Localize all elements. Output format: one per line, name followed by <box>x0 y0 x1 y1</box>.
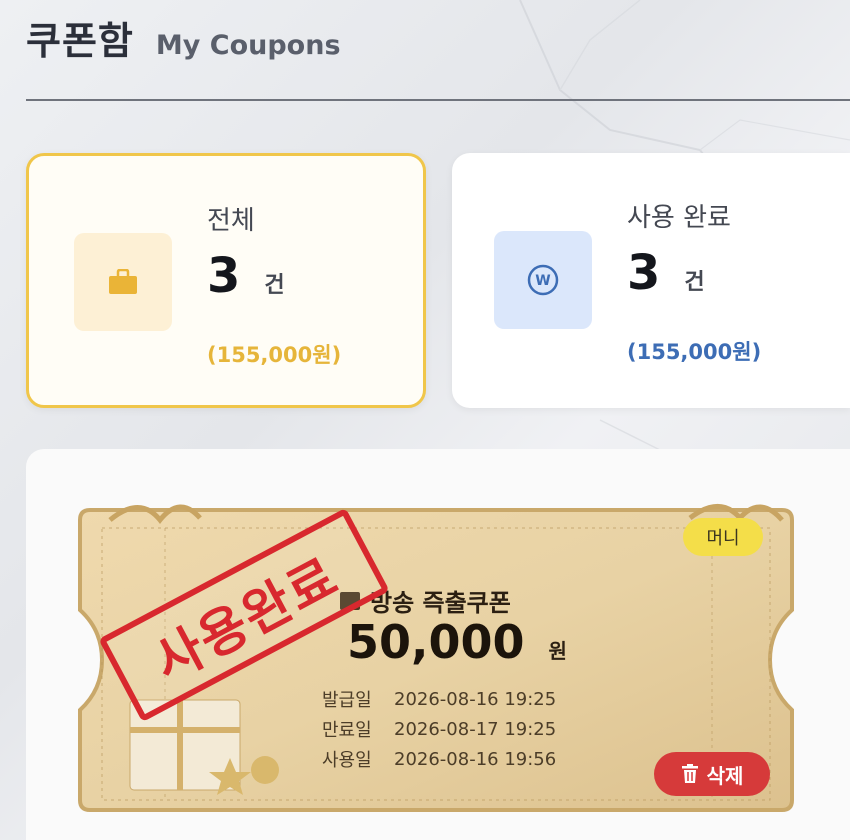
won-icon: W <box>494 231 592 329</box>
stat-card-total[interactable]: 전체 3 건 (155,000원) <box>26 153 426 408</box>
delete-button[interactable]: 삭제 <box>654 752 770 796</box>
svg-text:W: W <box>535 273 550 289</box>
date-row-expiry: 만료일 2026-08-17 19:25 <box>322 714 556 744</box>
stat-count: 3 건 <box>207 248 285 304</box>
page-header: 쿠폰함 My Coupons <box>26 10 341 70</box>
stat-count-value: 3 <box>207 248 241 304</box>
stat-count-unit: 건 <box>684 270 705 295</box>
date-value: 2026-08-17 19:25 <box>394 718 557 740</box>
header-divider <box>26 99 850 101</box>
coupon-amount: 50,000 원 <box>347 615 567 669</box>
bag-icon <box>74 233 172 331</box>
coupon-name-text: 방송 즉출쿠폰 <box>370 589 511 617</box>
date-row-issued: 발급일 2026-08-16 19:25 <box>322 684 556 714</box>
date-value: 2026-08-16 19:25 <box>394 688 557 710</box>
stat-amount: (155,000원) <box>627 340 762 364</box>
stat-label: 사용 완료 <box>627 203 731 233</box>
coupon-dates: 발급일 2026-08-16 19:25 만료일 2026-08-17 19:2… <box>322 684 556 774</box>
page-subtitle: My Coupons <box>155 30 341 61</box>
trash-icon <box>681 764 698 783</box>
page-title: 쿠폰함 <box>26 19 134 63</box>
date-row-used: 사용일 2026-08-16 19:56 <box>322 744 556 774</box>
date-label: 사용일 <box>322 750 372 771</box>
coupon-type-badge: 머니 <box>683 518 763 556</box>
coupon-amount-value: 50,000 <box>347 615 525 669</box>
coupon-amount-unit: 원 <box>548 639 567 663</box>
stat-label: 전체 <box>207 206 255 236</box>
delete-button-label: 삭제 <box>706 763 744 788</box>
stat-amount: (155,000원) <box>207 343 342 367</box>
stat-count-value: 3 <box>627 245 661 301</box>
date-label: 만료일 <box>322 720 372 741</box>
stat-card-used[interactable]: W 사용 완료 3 건 (155,000원) <box>452 153 850 408</box>
stat-count-unit: 건 <box>264 273 285 298</box>
stat-count: 3 건 <box>627 245 705 301</box>
date-value: 2026-08-16 19:56 <box>394 748 557 770</box>
date-label: 발급일 <box>322 690 372 711</box>
